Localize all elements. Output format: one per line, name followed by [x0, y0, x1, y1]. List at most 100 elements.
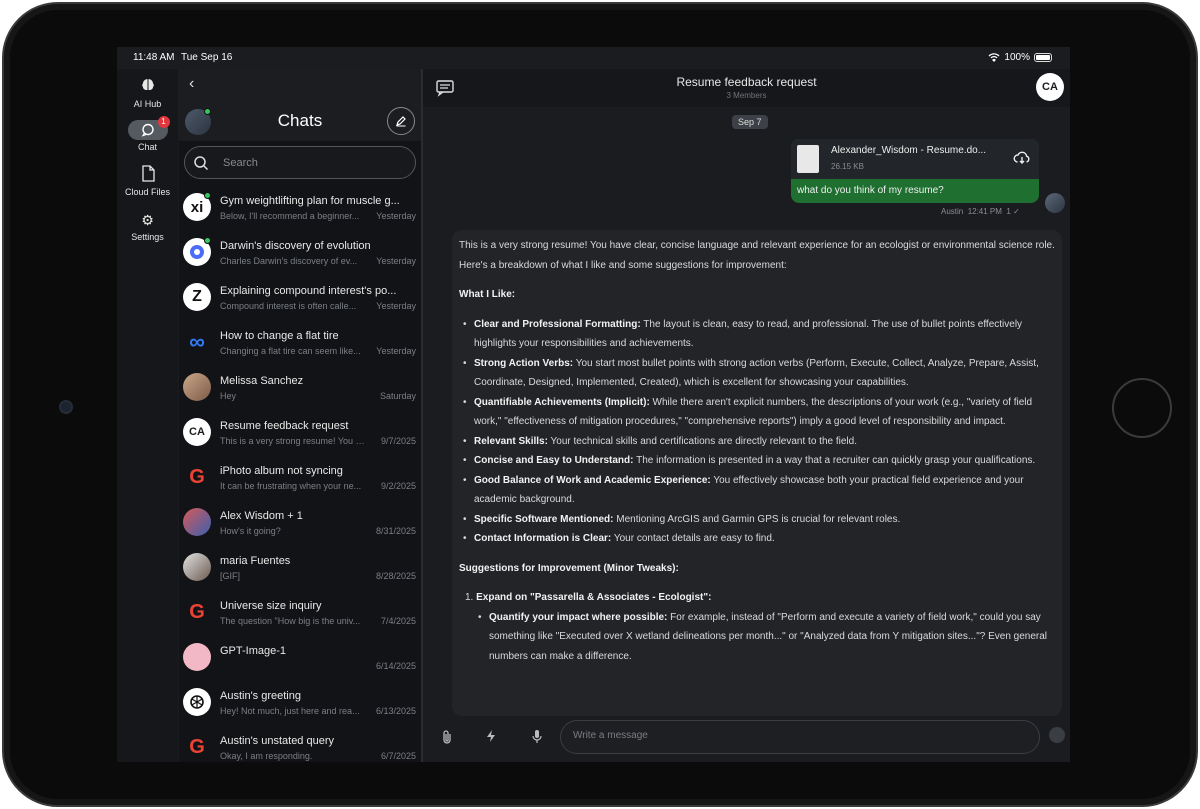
chat-title: Gym weightlifting plan for muscle g... — [220, 195, 400, 207]
message-composer — [423, 717, 1070, 762]
likes-heading: What I Like: — [459, 289, 516, 300]
chat-title: Austin's greeting — [220, 690, 301, 702]
online-indicator — [204, 192, 211, 199]
notification-badge: 1 — [157, 116, 170, 128]
image-model-avatar — [183, 643, 211, 671]
list-item: Specific Software Mentioned: Mentioning … — [463, 510, 1055, 530]
lightning-icon[interactable] — [486, 729, 496, 743]
sender-name: Austin — [941, 207, 964, 216]
chat-date: 8/31/2025 — [375, 526, 416, 536]
message-input-box[interactable] — [560, 720, 1040, 754]
chat-preview: It can be frustrating when your ne... — [220, 481, 362, 491]
send-button[interactable] — [1049, 727, 1065, 743]
chat-preview: How's it going? — [220, 526, 281, 536]
compose-button[interactable] — [387, 107, 415, 135]
chat-preview: Changing a flat tire can seem like... — [220, 346, 361, 356]
conversation-avatar[interactable]: CA — [1036, 73, 1064, 101]
battery-percent: 100% — [1004, 52, 1030, 63]
chat-date: Saturday — [379, 391, 416, 401]
message-meta: Austin 12:41 PM 1 ✓ — [941, 207, 1020, 216]
paperclip-icon[interactable] — [441, 729, 453, 745]
front-camera — [59, 400, 73, 414]
search-icon — [194, 156, 209, 171]
list-item[interactable]: G iPhoto album not syncing It can be fru… — [179, 459, 421, 504]
chat-title: Explaining compound interest's po... — [220, 285, 397, 297]
list-item[interactable]: Darwin's discovery of evolution Charles … — [179, 234, 421, 279]
chat-title: Resume feedback request — [220, 420, 349, 432]
list-item[interactable]: Z Explaining compound interest's po... C… — [179, 279, 421, 324]
document-icon — [797, 145, 819, 173]
chat-preview: Charles Darwin's discovery of ev... — [220, 256, 358, 266]
gear-icon: ⚙ — [141, 212, 154, 228]
chat-date: Yesterday — [376, 256, 416, 266]
chat-preview: Okay, I am responding. — [220, 751, 313, 761]
back-chevron-icon[interactable]: ‹ — [189, 75, 194, 93]
cloud-download-icon[interactable] — [1013, 151, 1031, 165]
google-logo-avatar: G — [189, 465, 205, 488]
suggestion-title: Expand on "Passarella & Associates - Eco… — [476, 592, 712, 603]
chat-bubble-icon — [141, 123, 154, 137]
openai-logo-avatar — [183, 688, 211, 716]
status-right: 100% — [988, 52, 1052, 63]
chat-title: iPhoto album not syncing — [220, 465, 343, 477]
chat-date: 6/14/2025 — [375, 661, 416, 671]
rail-label-settings: Settings — [131, 232, 164, 242]
list-item: Contact Information is Clear: Your conta… — [463, 529, 1055, 549]
meta-logo-avatar: ∞ — [189, 329, 205, 354]
chat-list-panel: ‹ Chats xi Gym weightlifting plan for mu… — [179, 69, 421, 762]
chat-date: 6/7/2025 — [380, 751, 416, 761]
list-item[interactable]: Alex Wisdom + 1 How's it going? 8/31/202… — [179, 504, 421, 549]
sent-message-bubble[interactable]: Alexander_Wisdom - Resume.do... 26.15 KB… — [791, 139, 1039, 203]
suggestion-number: 1. — [465, 592, 474, 603]
list-item[interactable]: Austin's greeting Hey! Not much, just he… — [179, 684, 421, 729]
microphone-icon[interactable] — [531, 729, 543, 745]
chat-title: Darwin's discovery of evolution — [220, 240, 371, 252]
search-input[interactable] — [223, 154, 403, 172]
list-item[interactable]: maria Fuentes [GIF] 8/28/2025 — [179, 549, 421, 594]
z-logo-avatar: Z — [183, 283, 211, 311]
status-time: 11:48 AM — [133, 52, 175, 63]
date-chip: Sep 7 — [732, 115, 768, 129]
chat-preview: Below, I'll recommend a beginner... — [220, 211, 360, 221]
chat-date: 8/28/2025 — [375, 571, 416, 581]
list-item: Strong Action Verbs: You start most bull… — [463, 354, 1055, 393]
screen: 11:48 AM Tue Sep 16 100% AI Hub 1 Chat C… — [117, 47, 1070, 762]
suggestions-heading: Suggestions for Improvement (Minor Tweak… — [459, 562, 679, 574]
message-time: 12:41 PM — [967, 207, 1002, 216]
rail-item-settings[interactable]: ⚙ Settings — [117, 210, 178, 242]
chat-title: Melissa Sanchez — [220, 375, 304, 387]
sender-avatar — [1045, 193, 1065, 213]
list-item[interactable]: Melissa Sanchez Hey Saturday — [179, 369, 421, 414]
list-item[interactable]: xi Gym weightlifting plan for muscle g..… — [179, 189, 421, 234]
conversation-title: Resume feedback request — [676, 75, 817, 89]
online-indicator — [204, 237, 211, 244]
list-item: Concise and Easy to Understand: The info… — [463, 451, 1055, 471]
list-item[interactable]: GPT-Image-1 6/14/2025 — [179, 639, 421, 684]
home-button[interactable] — [1112, 378, 1172, 438]
chat-preview: Hey! Not much, just here and rea... — [220, 706, 360, 716]
chat-date: 6/13/2025 — [375, 706, 416, 716]
file-size: 26.15 KB — [831, 162, 864, 171]
chat-date: Yesterday — [376, 346, 416, 356]
list-item[interactable]: G Universe size inquiry The question "Ho… — [179, 594, 421, 639]
brain-icon — [128, 77, 168, 97]
chat-title: How to change a flat tire — [220, 330, 339, 342]
rail-item-ai-hub[interactable]: AI Hub — [117, 77, 178, 109]
file-attachment[interactable]: Alexander_Wisdom - Resume.do... 26.15 KB — [791, 139, 1039, 179]
list-item[interactable]: ∞ How to change a flat tire Changing a f… — [179, 324, 421, 369]
nav-rail: AI Hub 1 Chat Cloud Files ⚙ Settings — [117, 69, 178, 762]
chat-list-header: ‹ Chats — [179, 69, 421, 141]
list-item: Clear and Professional Formatting: The l… — [463, 315, 1055, 354]
list-item[interactable]: G Austin's unstated query Okay, I am res… — [179, 729, 421, 762]
list-item: Good Balance of Work and Academic Experi… — [463, 471, 1055, 510]
rail-item-cloud-files[interactable]: Cloud Files — [117, 165, 178, 197]
conversation-header: Resume feedback request 3 Members CA — [423, 69, 1070, 107]
chat-date: Yesterday — [376, 211, 416, 221]
list-item[interactable]: CA Resume feedback request This is a ver… — [179, 414, 421, 459]
check-icon: ✓ — [1013, 207, 1020, 216]
chat-title: maria Fuentes — [220, 555, 291, 567]
search-box[interactable] — [184, 146, 416, 179]
rail-item-chat[interactable]: 1 Chat — [117, 116, 178, 152]
message-input[interactable] — [573, 730, 1013, 741]
read-count: 1 — [1006, 207, 1011, 216]
